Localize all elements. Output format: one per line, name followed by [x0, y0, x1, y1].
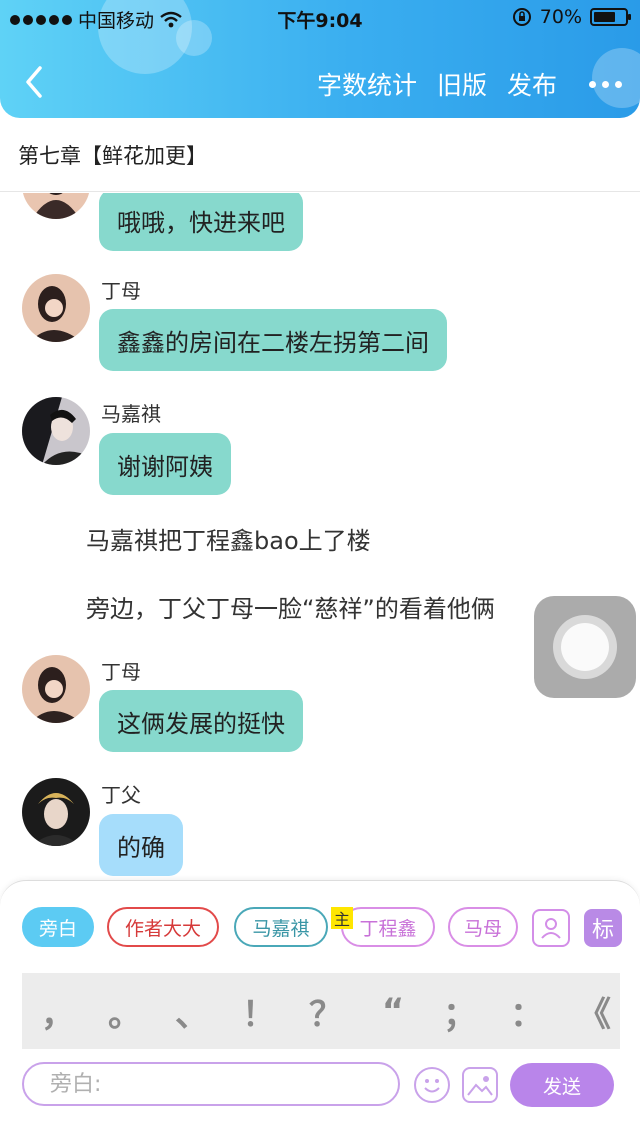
contact-card-icon[interactable]: [532, 909, 570, 947]
avatar-dingmu: [22, 655, 90, 723]
emoji-icon[interactable]: [414, 1067, 450, 1103]
punct-quote[interactable]: “: [363, 973, 423, 1049]
chat-area[interactable]: 哦哦，快进来吧 丁母 鑫鑫的房间在二楼左拐第二间 马嘉祺 谢谢阿姨 马嘉祺把丁程…: [0, 193, 640, 879]
assistive-touch-button[interactable]: [534, 596, 636, 698]
send-button[interactable]: 发送: [510, 1063, 614, 1107]
old-version-button[interactable]: 旧版: [437, 66, 487, 102]
chapter-title: 第七章【鲜花加更】: [0, 118, 640, 192]
message-bubble: 这俩发展的挺快: [99, 690, 303, 752]
avatar-majiaqi: [22, 397, 90, 465]
punct-comma[interactable]: ，: [28, 973, 88, 1049]
punct-book-title[interactable]: 《: [564, 973, 624, 1049]
avatar-dingmu: [22, 193, 90, 219]
role-chip-dingchengxin[interactable]: 丁程鑫: [341, 907, 435, 947]
rotation-lock-icon: [512, 8, 531, 26]
word-count-button[interactable]: 字数统计: [317, 66, 417, 102]
punct-semicolon[interactable]: ；: [430, 973, 490, 1049]
speaker-name: 丁母: [101, 279, 141, 303]
punct-enum-comma[interactable]: 、: [162, 973, 222, 1049]
message-input[interactable]: [24, 1064, 398, 1104]
status-bar: 中国移动 下午9:04 70%: [0, 0, 640, 36]
chevron-left-icon[interactable]: [20, 62, 50, 102]
speaker-name: 马嘉祺: [101, 402, 161, 426]
role-chip-author[interactable]: 作者大大: [107, 907, 219, 947]
more-dots-icon[interactable]: [577, 80, 622, 88]
punct-question[interactable]: ？: [296, 973, 356, 1049]
punct-colon[interactable]: ：: [497, 973, 557, 1049]
message-input-wrapper: [22, 1062, 400, 1106]
narration-text: 旁边，丁父丁母一脸“慈祥”的看着他俩: [86, 595, 495, 623]
battery-icon: [590, 8, 631, 26]
role-chip-mamu[interactable]: 马母: [448, 907, 518, 947]
message-bubble: 谢谢阿姨: [99, 433, 231, 495]
main-role-badge: 主: [331, 907, 353, 929]
message-bubble: 哦哦，快进来吧: [99, 193, 303, 251]
speaker-name: 丁父: [101, 783, 141, 807]
role-chip-majiaqi[interactable]: 马嘉祺: [234, 907, 328, 947]
message-bubble: 鑫鑫的房间在二楼左拐第二间: [99, 309, 447, 371]
speaker-name: 丁母: [101, 660, 141, 684]
avatar-dingmu: [22, 274, 90, 342]
role-chip-narrator[interactable]: 旁白: [22, 907, 94, 947]
avatar-dingfu: [22, 778, 90, 846]
image-icon[interactable]: [462, 1067, 498, 1103]
message-bubble: 的确: [99, 814, 183, 876]
battery-percent: 70%: [539, 6, 582, 28]
punct-exclamation[interactable]: ！: [229, 973, 289, 1049]
narration-text: 马嘉祺把丁程鑫bao上了楼: [86, 527, 371, 555]
compose-panel: 旁白 作者大大 马嘉祺 丁程鑫 马母 主 标 ， 。 、 ！ ？ “ ； ： 《…: [0, 880, 640, 1139]
tag-button[interactable]: 标: [584, 909, 622, 947]
punctuation-bar: ， 。 、 ！ ？ “ ； ： 《: [22, 973, 620, 1049]
nav-bar: 字数统计 旧版 发布: [0, 60, 640, 106]
punct-period[interactable]: 。: [95, 973, 155, 1049]
app-header: 中国移动 下午9:04 70% 字数统计 旧版 发布: [0, 0, 640, 118]
publish-button[interactable]: 发布: [507, 66, 557, 102]
